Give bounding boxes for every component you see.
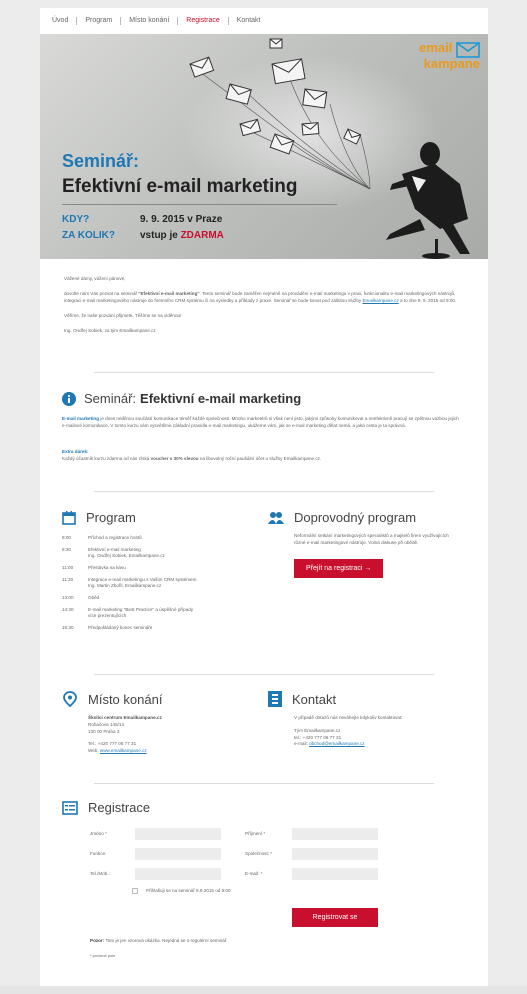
first-name-input[interactable] <box>135 828 221 840</box>
role-input[interactable] <box>135 848 221 860</box>
hero-title-prefix: Seminář: <box>62 151 140 171</box>
required-note: * povinné pole <box>90 953 116 958</box>
hero-when-label: KDY? <box>62 214 90 225</box>
intro-greeting: Vážené dámy, vážení pánové, <box>64 276 126 281</box>
contact-details: V případě dotazů nás neváhejte kdykoliv … <box>294 715 403 747</box>
nav-item-kontakt[interactable]: Kontakt <box>229 17 269 25</box>
side-program-text: Neformální setkání marketingových specia… <box>294 533 449 545</box>
contact-heading: Kontakt <box>268 691 468 707</box>
brand-logo: email kampane <box>419 40 480 71</box>
map-pin-icon <box>62 691 78 707</box>
registration-heading: Registrace <box>62 800 150 815</box>
top-navigation: Úvod Program Místo konání Registrace Kon… <box>40 8 488 34</box>
role-label: Funkce: <box>90 851 107 856</box>
program-heading: Program <box>62 510 262 525</box>
registration-section: Registrace Jméno * Příjmení * Funkce: Sp… <box>40 784 488 974</box>
seminar-lead: E-mail marketing je dnes nedílnou součás… <box>62 416 459 428</box>
nav-item-misto-konani[interactable]: Místo konání <box>121 17 179 25</box>
intro-body: dovolte nám Vás pozvat na seminář "Efekt… <box>64 291 457 303</box>
logo-word-kampane: kampane <box>423 56 480 71</box>
intro-closing: Věříme, že naše pozvání přijmete. Těšíme… <box>64 313 182 318</box>
program-row: 11:30 Integrace e-mail marketingu s Vaším… <box>62 577 197 588</box>
program-row: 11:00 Přestávka na kávu <box>62 565 126 570</box>
phone-label: Tel./Mob.: <box>90 871 110 876</box>
email-input[interactable] <box>292 868 378 880</box>
extra-gift: Extra dárek: Každý účastník kurzu zdarma… <box>62 449 322 461</box>
seminar-section: Seminář: Efektivní e-mail marketing E-ma… <box>40 373 488 491</box>
phone-input[interactable] <box>135 868 221 880</box>
hero-title: Efektivní e-mail marketing <box>62 176 298 197</box>
venue-address: Školící centrum Emailkampane.cz Rohačova… <box>88 715 162 754</box>
hero-banner: email kampane Seminář: Efektivní e-mail … <box>40 34 488 259</box>
free-highlight: ZDARMA <box>180 230 224 241</box>
page: Úvod Program Místo konání Registrace Kon… <box>40 8 488 986</box>
program-row: 8:30 Efektivní e-mail marketing Ing. Ondř… <box>62 547 165 558</box>
nav-item-program[interactable]: Program <box>77 17 122 25</box>
contact-card-icon <box>268 691 282 707</box>
registration-note: Pozor: Toto je jen vzorová ukázka. Nejed… <box>90 938 228 943</box>
hero-when-value: 9. 9. 2015 v Praze <box>140 214 223 225</box>
hero-price-value: vstup je ZDARMA <box>140 230 224 241</box>
nav-item-uvod[interactable]: Úvod <box>52 17 78 25</box>
contact-email-link[interactable]: obchod@emailkampane.cz <box>309 741 364 746</box>
company-input[interactable] <box>292 848 378 860</box>
intro-signature: Ing. Ondřej Sobiek, za tým Emailkampane.… <box>64 328 156 333</box>
info-icon <box>62 391 76 406</box>
people-icon <box>268 511 284 525</box>
company-label: Společnost: * <box>245 851 273 856</box>
form-icon <box>62 800 78 815</box>
program-row: 14:30 E-mail marketing "Best Practice" a … <box>62 607 194 618</box>
program-schedule: 8:00 Příchod a registrace hostů 8:30 Efekt… <box>62 535 262 631</box>
first-name-label: Jméno * <box>90 831 107 836</box>
page-bottom-strip <box>0 986 527 994</box>
last-name-label: Příjmení * <box>245 831 266 836</box>
go-to-registration-button[interactable]: Přejít na registraci → <box>294 558 384 578</box>
program-row: 8:00 Příchod a registrace hostů <box>62 535 142 540</box>
venue-web-link[interactable]: www.emailkampane.cz <box>100 748 147 753</box>
program-row: 13:00 Oběd <box>62 595 100 600</box>
program-row: 15:30 Předpokládaný konec semináře <box>62 625 153 630</box>
program-section: Program 8:00 Příchod a registrace hostů 8… <box>40 492 488 674</box>
venue-heading: Místo konání <box>62 691 262 707</box>
logo-word-email: email <box>419 40 453 55</box>
email-label: E-mail: * <box>245 871 263 876</box>
seminar-checkbox-row: Přihlašuji se na seminář 9.9.2015 od 9:0… <box>132 888 231 895</box>
emailkampane-link[interactable]: Emailkampane.cz <box>362 298 398 303</box>
calendar-icon <box>62 510 76 525</box>
seminar-heading: Seminář: Efektivní e-mail marketing <box>62 391 301 406</box>
side-program-heading: Doprovodný program <box>268 510 468 525</box>
seminar-checkbox[interactable] <box>132 888 138 895</box>
hero-price-label: ZA KOLIK? <box>62 230 115 241</box>
register-submit-button[interactable]: Registrovat se <box>292 908 378 927</box>
nav-item-registrace[interactable]: Registrace <box>178 17 229 25</box>
last-name-input[interactable] <box>292 828 378 840</box>
seminar-checkbox-label: Přihlašuji se na seminář 9.9.2015 od 9:0… <box>146 888 231 893</box>
venue-contact-section: Místo konání Školící centrum Emailkampan… <box>40 675 488 783</box>
intro-letter: Vážené dámy, vážení pánové, dovolte nám … <box>40 259 488 372</box>
